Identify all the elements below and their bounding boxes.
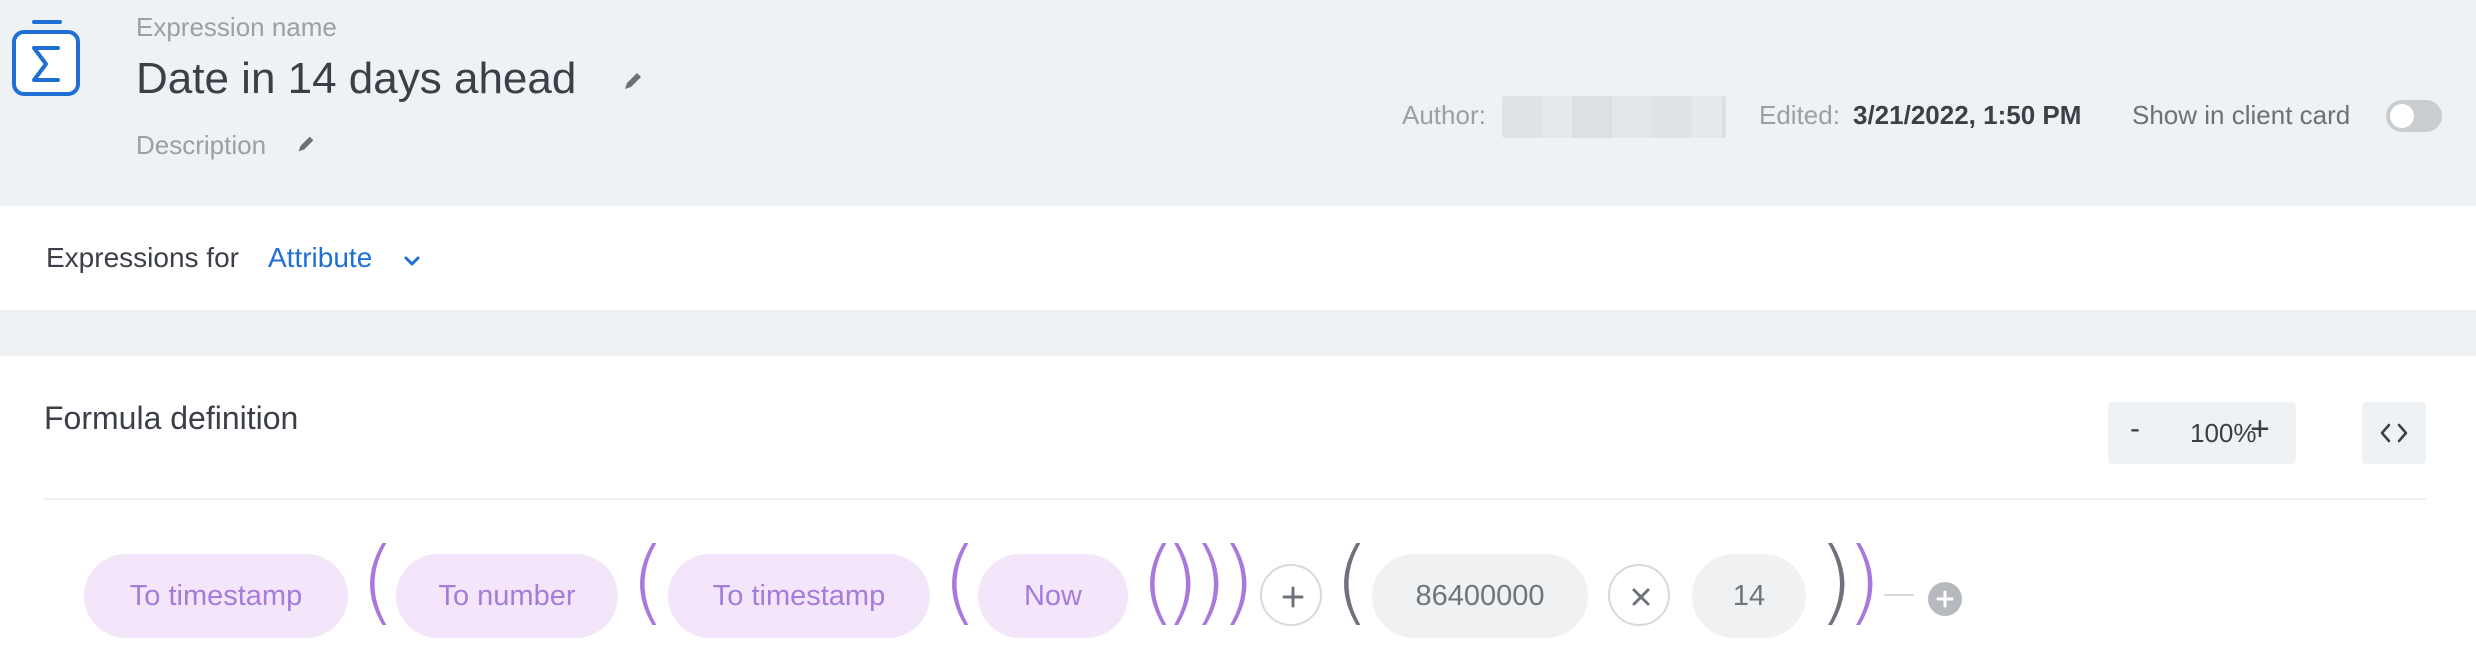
- value-node-86400000[interactable]: 86400000: [1372, 554, 1588, 638]
- close-paren: ): [1846, 528, 1882, 635]
- plus-icon: [1282, 586, 1304, 608]
- connector-line: [1884, 594, 1914, 596]
- close-paren: ): [1220, 528, 1256, 635]
- open-paren: (: [942, 528, 978, 635]
- show-in-client-card-toggle[interactable]: [2386, 100, 2442, 132]
- open-paren: (: [360, 528, 396, 635]
- expressions-for-dropdown[interactable]: Attribute: [268, 242, 372, 274]
- expression-title[interactable]: Date in 14 days ahead: [136, 54, 576, 104]
- code-view-button[interactable]: [2362, 402, 2426, 464]
- formula-definition-panel: Formula definition - 100% + To timestamp…: [0, 356, 2476, 654]
- zoom-in-button[interactable]: +: [2250, 410, 2270, 449]
- chevron-down-icon[interactable]: [402, 254, 422, 268]
- expressions-for-label: Expressions for: [46, 242, 239, 273]
- multiply-operator[interactable]: [1608, 564, 1670, 626]
- author-value-redacted: [1502, 96, 1726, 138]
- function-node-to-timestamp[interactable]: To timestamp: [668, 554, 930, 638]
- zoom-out-button[interactable]: -: [2130, 412, 2140, 446]
- formula-definition-title: Formula definition: [44, 400, 299, 436]
- pencil-icon[interactable]: [294, 132, 318, 156]
- open-paren: (: [1334, 528, 1370, 635]
- function-node-to-number[interactable]: To number: [396, 554, 618, 638]
- description-label[interactable]: Description: [136, 130, 266, 161]
- sigma-icon: [10, 18, 82, 96]
- edited-value: 3/21/2022, 1:50 PM: [1853, 100, 2082, 130]
- show-in-client-card-label: Show in client card: [2132, 100, 2351, 130]
- zoom-level: 100%: [2190, 418, 2257, 448]
- expression-header: Expression name Date in 14 days ahead De…: [0, 0, 2476, 206]
- code-icon: [2380, 423, 2408, 443]
- add-circle-icon[interactable]: [1928, 582, 1962, 616]
- open-paren: (: [630, 528, 666, 635]
- toggle-knob: [2390, 104, 2414, 128]
- divider: [44, 498, 2426, 500]
- plus-operator[interactable]: [1260, 564, 1322, 626]
- value-node-14[interactable]: 14: [1692, 554, 1806, 638]
- expression-name-label: Expression name: [136, 12, 337, 42]
- zoom-control: - 100% +: [2108, 402, 2296, 464]
- edited-label: Edited:: [1759, 100, 1840, 130]
- author-label: Author:: [1402, 100, 1486, 130]
- function-node-now[interactable]: Now: [978, 554, 1128, 638]
- function-node-to-timestamp[interactable]: To timestamp: [84, 554, 348, 638]
- multiply-icon: [1632, 588, 1650, 606]
- expressions-for-bar: Expressions for Attribute: [0, 206, 2476, 310]
- pencil-icon[interactable]: [620, 68, 646, 94]
